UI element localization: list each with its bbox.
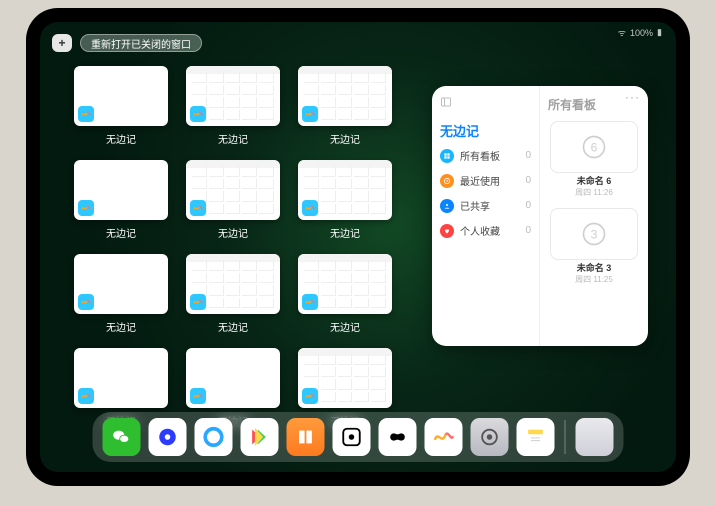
window-label: 无边记 xyxy=(218,225,248,240)
screen: ᯤ 100% ▮ + 重新打开已关闭的窗口 无边记无边记无边记无边记无边记无边记… xyxy=(40,22,676,472)
freeform-app-icon xyxy=(302,200,318,216)
freeform-app-icon xyxy=(190,294,206,310)
panel-content: 所有看板 6未命名 6周四 11:263未命名 3周四 11:25 xyxy=(540,86,648,346)
battery-icon: ▮ xyxy=(657,27,662,38)
people-icon xyxy=(440,199,454,213)
sidebar-item-count: 0 xyxy=(525,150,531,161)
dock-separator xyxy=(565,420,566,454)
freeform-app-icon xyxy=(78,106,94,122)
panel-title: 无边记 xyxy=(440,121,531,140)
window-label: 无边记 xyxy=(106,225,136,240)
dock-play-icon[interactable] xyxy=(241,418,279,456)
sidebar-item-label: 已共享 xyxy=(460,198,490,213)
window-label: 无边记 xyxy=(106,319,136,334)
top-controls: + 重新打开已关闭的窗口 xyxy=(52,34,202,52)
heart-icon xyxy=(440,224,454,238)
window-switcher-grid: 无边记无边记无边记无边记无边记无边记无边记无边记无边记无边记无边记无边记 xyxy=(74,66,404,432)
dock-qqmusic-icon[interactable] xyxy=(149,418,187,456)
grid-icon xyxy=(440,149,454,163)
window-label: 无边记 xyxy=(330,131,360,146)
svg-text:3: 3 xyxy=(591,227,598,241)
sidebar-item-label: 个人收藏 xyxy=(460,223,500,238)
sidebar-toggle-icon[interactable] xyxy=(440,96,452,108)
dock-notes-icon[interactable] xyxy=(517,418,555,456)
sidebar-item-people[interactable]: 已共享 0 xyxy=(440,198,531,213)
freeform-app-icon xyxy=(302,294,318,310)
window-thumbnail[interactable]: 无边记 xyxy=(298,66,392,150)
sidebar-item-count: 0 xyxy=(525,200,531,211)
freeform-app-icon xyxy=(190,200,206,216)
sidebar-item-heart[interactable]: 个人收藏 0 xyxy=(440,223,531,238)
freeform-app-icon xyxy=(78,388,94,404)
new-window-button[interactable]: + xyxy=(52,34,72,52)
freeform-app-icon xyxy=(78,200,94,216)
more-icon[interactable]: ··· xyxy=(625,90,640,104)
dock-controller-icon[interactable] xyxy=(379,418,417,456)
sidebar-item-count: 0 xyxy=(525,225,531,236)
window-label: 无边记 xyxy=(218,319,248,334)
board-thumbnail[interactable]: 6 xyxy=(550,121,638,173)
svg-text:6: 6 xyxy=(591,141,598,155)
status-bar: ᯤ 100% ▮ xyxy=(618,26,662,39)
window-thumbnail[interactable]: 无边记 xyxy=(74,254,168,338)
sidebar-item-count: 0 xyxy=(525,175,531,186)
dock-freeform-icon[interactable] xyxy=(425,418,463,456)
window-label: 无边记 xyxy=(106,131,136,146)
sidebar-item-label: 所有看板 xyxy=(460,148,500,163)
reopen-closed-window-button[interactable]: 重新打开已关闭的窗口 xyxy=(80,34,202,52)
freeform-app-icon xyxy=(78,294,94,310)
board-time: 周四 11:26 xyxy=(550,187,638,198)
freeform-app-icon xyxy=(190,388,206,404)
board-name: 未命名 3 xyxy=(550,264,638,274)
freeform-app-icon xyxy=(302,388,318,404)
freeform-app-icon xyxy=(302,106,318,122)
battery-text: 100% xyxy=(630,28,653,38)
dock xyxy=(93,412,624,462)
freeform-panel: ··· 无边记 所有看板0最近使用0已共享0个人收藏0 所有看板 6未命名 6周… xyxy=(432,86,648,346)
window-thumbnail[interactable]: 无边记 xyxy=(298,160,392,244)
ipad-frame: ᯤ 100% ▮ + 重新打开已关闭的窗口 无边记无边记无边记无边记无边记无边记… xyxy=(26,8,690,486)
window-thumbnail[interactable]: 无边记 xyxy=(186,254,280,338)
dock-recents-icon[interactable] xyxy=(576,418,614,456)
window-thumbnail[interactable]: 无边记 xyxy=(186,66,280,150)
window-label: 无边记 xyxy=(330,319,360,334)
window-label: 无边记 xyxy=(218,131,248,146)
dock-wechat-icon[interactable] xyxy=(103,418,141,456)
wifi-icon: ᯤ xyxy=(618,26,626,39)
dock-quark-icon[interactable] xyxy=(195,418,233,456)
board-time: 周四 11:25 xyxy=(550,274,638,285)
window-thumbnail[interactable]: 无边记 xyxy=(298,254,392,338)
window-thumbnail[interactable]: 无边记 xyxy=(74,160,168,244)
window-thumbnail[interactable]: 无边记 xyxy=(186,160,280,244)
freeform-app-icon xyxy=(190,106,206,122)
board-name: 未命名 6 xyxy=(550,177,638,187)
dock-books-icon[interactable] xyxy=(287,418,325,456)
sidebar-item-label: 最近使用 xyxy=(460,173,500,188)
window-label: 无边记 xyxy=(330,225,360,240)
sidebar-item-grid[interactable]: 所有看板 0 xyxy=(440,148,531,163)
panel-sidebar: 无边记 所有看板 0 最近使用 0 已共享 0 个人收藏 0 xyxy=(432,86,540,346)
clock-icon xyxy=(440,174,454,188)
window-thumbnail[interactable]: 无边记 xyxy=(74,66,168,150)
dock-settings-icon[interactable] xyxy=(471,418,509,456)
sidebar-item-clock[interactable]: 最近使用 0 xyxy=(440,173,531,188)
board-item[interactable]: 6 未命名 6周四 11:26 xyxy=(550,121,638,198)
board-thumbnail[interactable]: 3 xyxy=(550,208,638,260)
dock-dots-icon[interactable] xyxy=(333,418,371,456)
board-item[interactable]: 3 未命名 3周四 11:25 xyxy=(550,208,638,285)
